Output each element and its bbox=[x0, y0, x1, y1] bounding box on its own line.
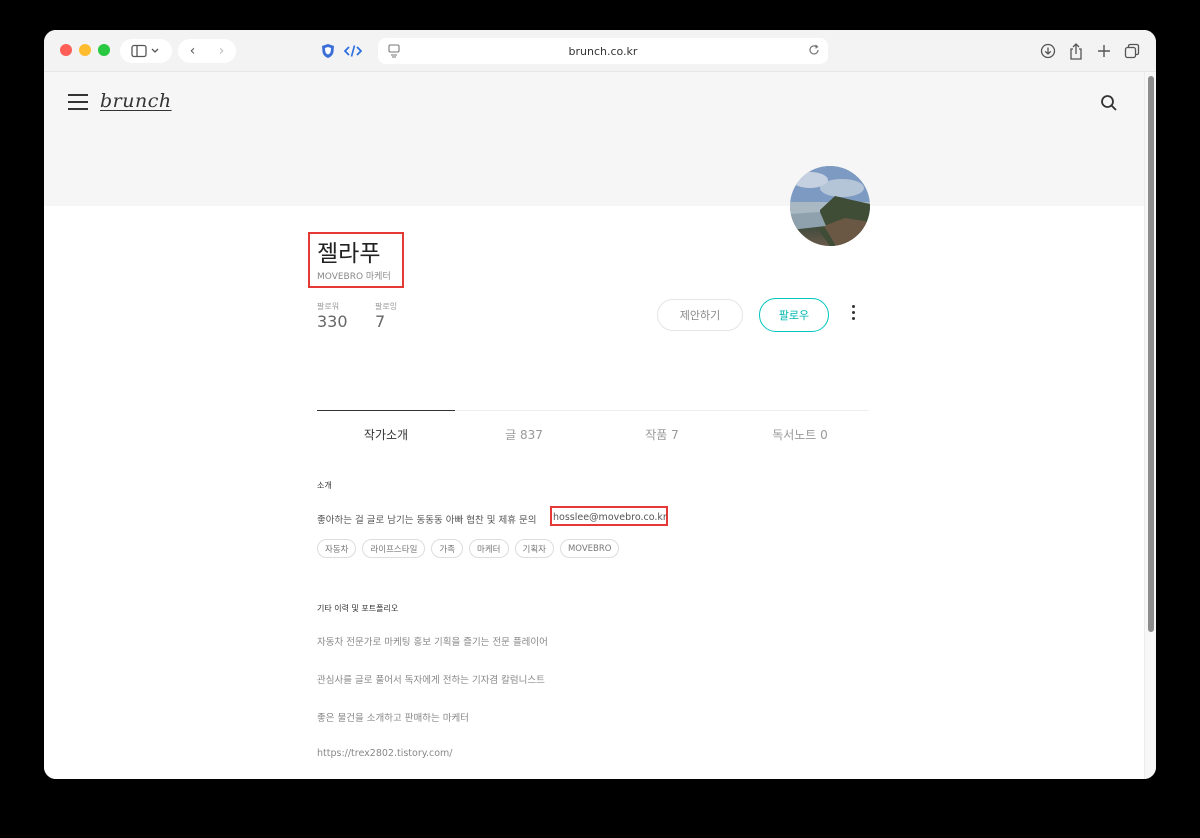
new-tab-button[interactable] bbox=[1090, 39, 1118, 63]
address-bar[interactable]: brunch.co.kr bbox=[378, 38, 828, 64]
profile-tabs: 작가소개 글 837 작품 7 독서노트 0 bbox=[317, 410, 869, 456]
portfolio-link[interactable]: https://trex2802.tistory.com/ bbox=[317, 748, 453, 759]
career-section-title: 기타 이력 및 포트폴리오 bbox=[317, 604, 399, 613]
sidebar-toggle-button[interactable] bbox=[120, 39, 172, 63]
tag-item[interactable]: 자동차 bbox=[317, 539, 357, 558]
page-content: brunch 젤라푸 MOVEBRO 마케터 팔로워 330 팔로잉 7 제안하… bbox=[44, 72, 1144, 779]
sidebar-icon bbox=[131, 44, 159, 58]
following-label: 팔로잉 bbox=[375, 302, 398, 311]
zoom-window-button[interactable] bbox=[98, 44, 110, 56]
tab-works[interactable]: 작품 7 bbox=[593, 411, 731, 456]
tag-item[interactable]: 라이프스타일 bbox=[362, 539, 426, 558]
navigation-buttons: ‹ › bbox=[178, 39, 236, 63]
minimize-window-button[interactable] bbox=[79, 44, 91, 56]
author-name: 젤라푸 bbox=[317, 241, 381, 267]
tabs-icon bbox=[1124, 43, 1140, 59]
author-avatar[interactable] bbox=[790, 166, 870, 246]
menu-icon[interactable] bbox=[68, 94, 88, 110]
career-item: 좋은 물건을 소개하고 판매하는 마케터 bbox=[317, 713, 469, 724]
tag-item[interactable]: 가족 bbox=[431, 539, 464, 558]
profile-banner bbox=[44, 72, 1144, 206]
career-item: 자동차 전문가로 마케팅 홍보 기획을 즐기는 전문 플레이어 bbox=[317, 637, 548, 648]
tab-reading-notes[interactable]: 독서노트 0 bbox=[731, 411, 869, 456]
reload-icon[interactable] bbox=[808, 44, 820, 56]
tag-item[interactable]: 기획자 bbox=[514, 539, 554, 558]
toolbar-actions bbox=[1034, 39, 1146, 63]
career-item: 관심사를 글로 풀어서 독자에게 전하는 기자겸 칼럼니스트 bbox=[317, 675, 545, 686]
keyword-tags: 자동차 라이프스타일 가족 마케터 기획자 MOVEBRO bbox=[317, 539, 625, 558]
followers-count[interactable]: 330 bbox=[317, 312, 348, 331]
forward-button[interactable]: › bbox=[207, 43, 236, 59]
intro-section-title: 소개 bbox=[317, 481, 332, 490]
tab-posts[interactable]: 글 837 bbox=[455, 411, 593, 456]
intro-text: 좋아하는 걸 글로 남기는 동동동 아빠 협찬 및 제휴 문의 bbox=[317, 515, 537, 526]
download-icon bbox=[1040, 43, 1056, 59]
brunch-logo[interactable]: brunch bbox=[100, 90, 172, 112]
shield-extension-icon[interactable] bbox=[318, 41, 338, 61]
share-icon bbox=[1070, 42, 1082, 60]
more-options-icon[interactable] bbox=[852, 305, 856, 323]
propose-button[interactable]: 제안하기 bbox=[657, 299, 743, 331]
page-scrollbar[interactable] bbox=[1144, 72, 1156, 779]
following-count[interactable]: 7 bbox=[375, 312, 385, 331]
share-button[interactable] bbox=[1062, 39, 1090, 63]
code-extension-icon[interactable] bbox=[343, 41, 363, 61]
followers-label: 팔로워 bbox=[317, 302, 340, 311]
scrollbar-thumb[interactable] bbox=[1148, 76, 1154, 632]
download-button[interactable] bbox=[1034, 39, 1062, 63]
tag-item[interactable]: 마케터 bbox=[469, 539, 509, 558]
tab-overview-button[interactable] bbox=[1118, 39, 1146, 63]
tab-author-intro[interactable]: 작가소개 bbox=[317, 410, 455, 456]
search-icon[interactable] bbox=[1100, 94, 1118, 112]
url-text: brunch.co.kr bbox=[568, 44, 638, 58]
tab-overview-icon[interactable] bbox=[388, 44, 400, 58]
close-window-button[interactable] bbox=[60, 44, 72, 56]
contact-email: hosslee@movebro.co.kr bbox=[553, 512, 667, 523]
back-button[interactable]: ‹ bbox=[178, 43, 207, 59]
follow-button[interactable]: 팔로우 bbox=[759, 298, 829, 332]
tag-item[interactable]: MOVEBRO bbox=[559, 539, 620, 558]
author-subtitle: MOVEBRO 마케터 bbox=[317, 272, 391, 282]
browser-window: ‹ › brunch.co.kr brunch 젤라푸 MOVEBRO 마케터 … bbox=[44, 30, 1156, 779]
avatar-landscape-image bbox=[790, 166, 870, 246]
plus-icon bbox=[1098, 45, 1110, 57]
browser-toolbar: ‹ › brunch.co.kr bbox=[44, 30, 1156, 72]
